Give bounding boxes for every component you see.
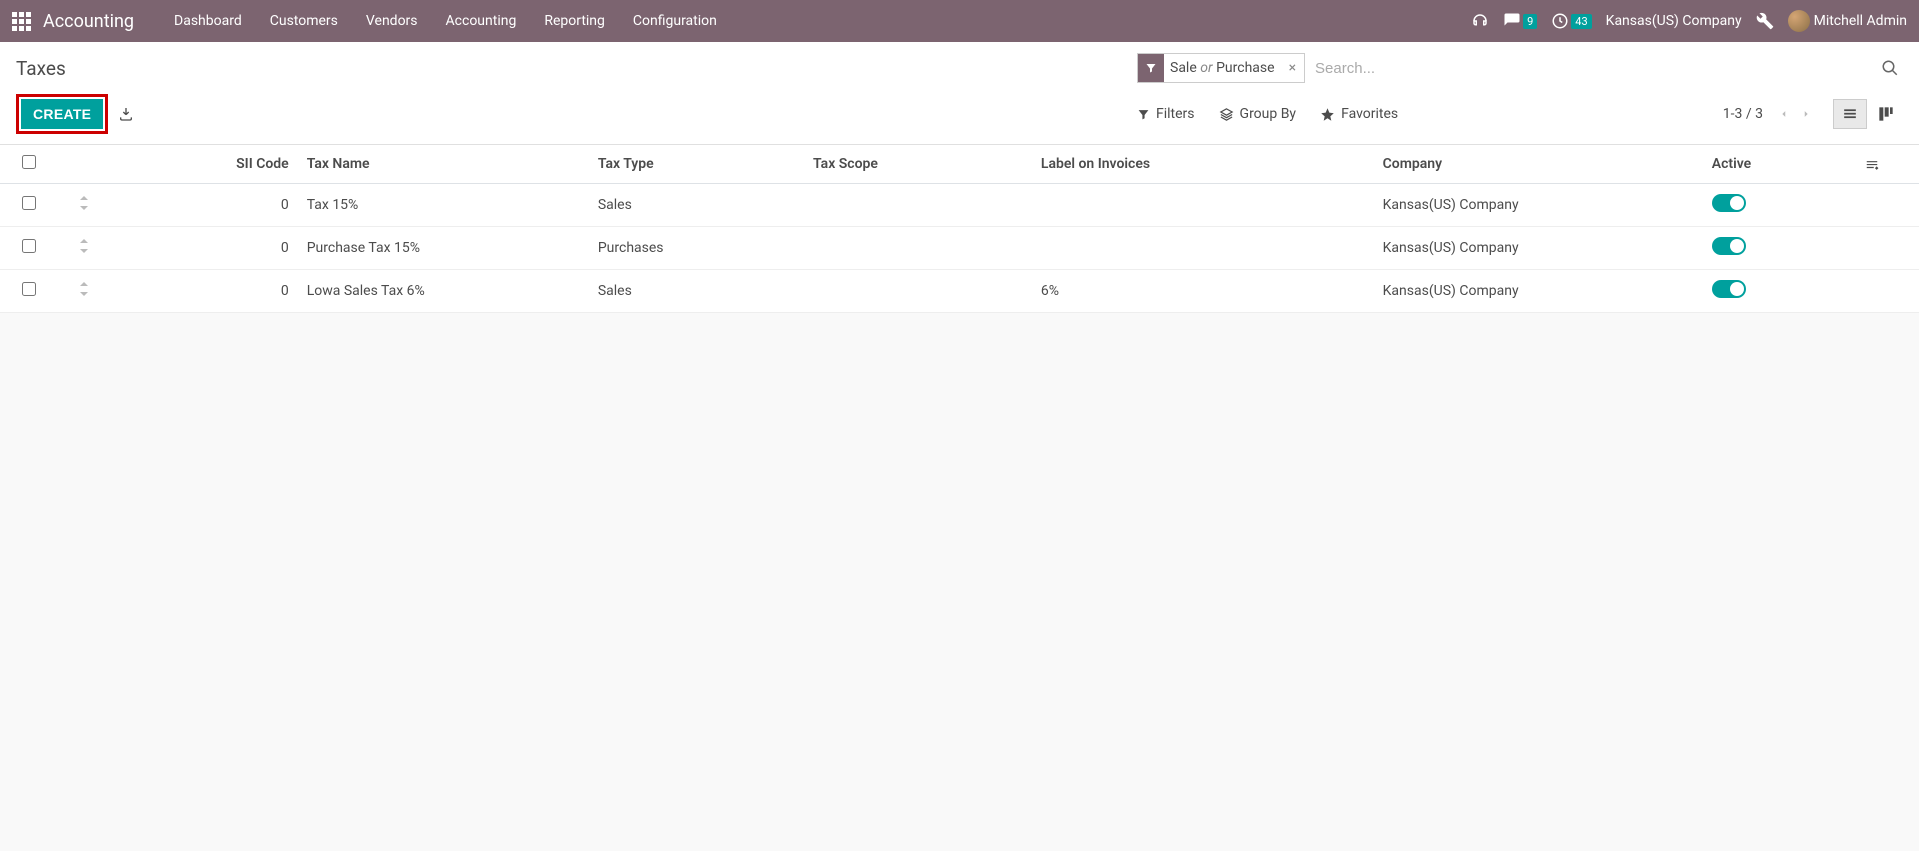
search-icon[interactable]	[1877, 59, 1903, 77]
header-scope[interactable]: Tax Scope	[805, 145, 1033, 184]
nav-vendors[interactable]: Vendors	[352, 3, 432, 39]
cell-name: Purchase Tax 15%	[299, 227, 590, 270]
avatar-icon	[1788, 10, 1810, 32]
cell-company: Kansas(US) Company	[1375, 227, 1704, 270]
cell-type: Sales	[590, 270, 805, 313]
create-button[interactable]: CREATE	[21, 99, 103, 129]
favorites-label: Favorites	[1341, 106, 1398, 122]
cell-sii: 0	[109, 270, 299, 313]
cell-label	[1033, 227, 1375, 270]
optional-columns-icon[interactable]	[1864, 157, 1911, 171]
header-company[interactable]: Company	[1375, 145, 1704, 184]
cell-sii: 0	[109, 227, 299, 270]
messages-badge: 9	[1523, 14, 1537, 29]
filters-button[interactable]: Filters	[1137, 106, 1195, 122]
nav-reporting[interactable]: Reporting	[530, 3, 619, 39]
drag-handle-icon[interactable]	[79, 239, 89, 253]
top-navbar: Accounting Dashboard Customers Vendors A…	[0, 0, 1919, 42]
brand-title[interactable]: Accounting	[43, 11, 134, 32]
cell-sii: 0	[109, 184, 299, 227]
search-input[interactable]	[1309, 56, 1877, 81]
row-checkbox[interactable]	[22, 282, 36, 296]
main-menu: Dashboard Customers Vendors Accounting R…	[160, 3, 731, 39]
groupby-button[interactable]: Group By	[1219, 106, 1297, 122]
header-type[interactable]: Tax Type	[590, 145, 805, 184]
table-row[interactable]: 0Tax 15%Sales Kansas(US) Company	[0, 184, 1919, 227]
filters-label: Filters	[1156, 106, 1195, 122]
active-toggle[interactable]	[1712, 194, 1746, 212]
favorites-button[interactable]: Favorites	[1320, 106, 1398, 122]
cell-name: Tax 15%	[299, 184, 590, 227]
cell-type: Purchases	[590, 227, 805, 270]
pager-next[interactable]	[1797, 107, 1815, 121]
table-row[interactable]: 0Lowa Sales Tax 6%Sales 6%Kansas(US) Comp…	[0, 270, 1919, 313]
pager-text[interactable]: 1-3 / 3	[1723, 106, 1763, 122]
cell-label	[1033, 184, 1375, 227]
cell-scope	[805, 184, 1033, 227]
cell-company: Kansas(US) Company	[1375, 184, 1704, 227]
nav-customers[interactable]: Customers	[256, 3, 352, 39]
taxes-table: SII Code Tax Name Tax Type Tax Scope Lab…	[0, 145, 1919, 313]
table-header-row: SII Code Tax Name Tax Type Tax Scope Lab…	[0, 145, 1919, 184]
drag-handle-icon[interactable]	[79, 282, 89, 296]
header-sii[interactable]: SII Code	[109, 145, 299, 184]
active-toggle[interactable]	[1712, 280, 1746, 298]
cell-label: 6%	[1033, 270, 1375, 313]
support-icon[interactable]	[1471, 12, 1489, 30]
header-label[interactable]: Label on Invoices	[1033, 145, 1375, 184]
nav-configuration[interactable]: Configuration	[619, 3, 731, 39]
drag-handle-icon[interactable]	[79, 196, 89, 210]
highlight-annotation: CREATE	[16, 94, 108, 134]
groupby-label: Group By	[1240, 106, 1297, 122]
header-name[interactable]: Tax Name	[299, 145, 590, 184]
page-title: Taxes	[16, 57, 66, 80]
row-checkbox[interactable]	[22, 239, 36, 253]
row-checkbox[interactable]	[22, 196, 36, 210]
facet-value: Sale or Purchase	[1164, 60, 1281, 76]
cell-scope	[805, 270, 1033, 313]
messages-icon[interactable]: 9	[1503, 12, 1537, 30]
debug-icon[interactable]	[1756, 12, 1774, 30]
cell-name: Lowa Sales Tax 6%	[299, 270, 590, 313]
kanban-view-button[interactable]	[1869, 99, 1903, 129]
cell-company: Kansas(US) Company	[1375, 270, 1704, 313]
pager-prev[interactable]	[1775, 107, 1793, 121]
activities-badge: 43	[1571, 14, 1591, 29]
filter-funnel-icon	[1138, 54, 1164, 82]
cell-type: Sales	[590, 184, 805, 227]
apps-icon[interactable]	[12, 12, 31, 31]
user-name: Mitchell Admin	[1814, 13, 1907, 29]
nav-dashboard[interactable]: Dashboard	[160, 3, 256, 39]
remove-facet-button[interactable]: ×	[1281, 60, 1304, 76]
company-switcher[interactable]: Kansas(US) Company	[1606, 13, 1742, 29]
import-icon[interactable]	[118, 106, 134, 122]
active-toggle[interactable]	[1712, 237, 1746, 255]
activities-icon[interactable]: 43	[1551, 12, 1591, 30]
list-view-button[interactable]	[1833, 99, 1867, 129]
user-menu[interactable]: Mitchell Admin	[1788, 10, 1907, 32]
header-active[interactable]: Active	[1704, 145, 1856, 184]
table-row[interactable]: 0Purchase Tax 15%Purchases Kansas(US) Com…	[0, 227, 1919, 270]
select-all-checkbox[interactable]	[22, 155, 36, 169]
search-facet: Sale or Purchase ×	[1137, 53, 1305, 83]
nav-accounting[interactable]: Accounting	[432, 3, 531, 39]
cell-scope	[805, 227, 1033, 270]
control-panel: Taxes Sale or Purchase × CREATE	[0, 42, 1919, 145]
